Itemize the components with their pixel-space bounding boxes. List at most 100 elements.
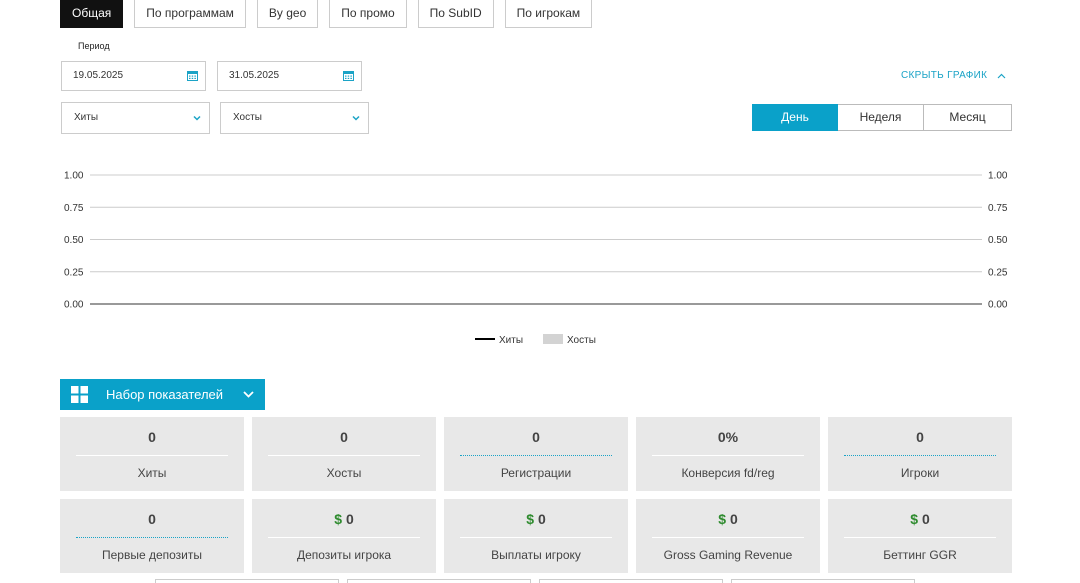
date-to-field[interactable]: 31.05.2025 — [217, 61, 362, 91]
chevron-up-icon — [997, 73, 1006, 78]
stat-card: 0% Конверсия fd/reg — [636, 417, 820, 491]
metrics-set-button[interactable]: Набор показателей — [60, 379, 265, 410]
stat-card-divider — [460, 537, 612, 538]
stat-card-label: Регистрации — [500, 466, 572, 480]
y-tick-label-left: 0.25 — [64, 267, 84, 278]
stat-card-partial — [731, 579, 915, 583]
chevron-down-icon — [352, 115, 360, 121]
grid-icon — [71, 386, 88, 403]
metric-select-2[interactable]: Хосты — [220, 102, 369, 134]
y-tick-label-right: 0.00 — [988, 300, 1008, 311]
date-from-field[interactable]: 19.05.2025 — [61, 61, 206, 91]
tab-by-promo[interactable]: По промо — [329, 0, 407, 28]
y-tick-label-right: 0.50 — [988, 235, 1008, 246]
stat-card: 0 Хосты — [252, 417, 436, 491]
stat-card: 0 Регистрации — [444, 417, 628, 491]
tab-by-subid[interactable]: По SubID — [417, 0, 494, 28]
granularity-month-button[interactable]: Месяц — [924, 104, 1012, 131]
y-tick-label-right: 0.75 — [988, 203, 1008, 214]
currency-symbol: $ — [718, 511, 727, 527]
metric-select-1[interactable]: Хиты — [61, 102, 210, 134]
stat-card-value: 0 — [828, 429, 1012, 445]
calendar-icon[interactable] — [343, 70, 354, 81]
stat-card-number: 0 — [148, 511, 156, 527]
stat-card-value: $ 0 — [444, 511, 628, 527]
stat-card-divider — [844, 455, 996, 456]
stat-card-divider — [76, 455, 228, 456]
stat-card-divider — [652, 537, 804, 538]
granularity-switch: День Неделя Месяц — [752, 104, 1012, 131]
date-to-value: 31.05.2025 — [229, 70, 280, 81]
stat-card-number: 0% — [717, 429, 739, 445]
stat-card-label: Хосты — [326, 466, 362, 480]
stat-card-divider — [268, 537, 420, 538]
currency-symbol: $ — [526, 511, 535, 527]
stat-card-label: Депозиты игрока — [296, 548, 392, 562]
report-tabs: Общая По программам By geo По промо По S… — [60, 0, 593, 28]
currency-symbol: $ — [334, 511, 343, 527]
chevron-down-icon — [243, 391, 254, 398]
stat-card-divider — [844, 537, 996, 538]
stat-card-divider — [652, 455, 804, 456]
stat-card-number: 0 — [340, 429, 348, 445]
stat-card: $ 0 Депозиты игрока — [252, 499, 436, 573]
granularity-day-button[interactable]: День — [752, 104, 838, 131]
tab-by-programs[interactable]: По программам — [134, 0, 246, 28]
stat-card-number: 0 — [729, 511, 738, 527]
y-tick-label-right: 1.00 — [988, 171, 1008, 182]
chevron-down-icon — [193, 115, 201, 121]
stat-card: 0 Первые депозиты — [60, 499, 244, 573]
stat-card-label: Конверсия fd/reg — [681, 466, 775, 480]
hide-chart-label: СКРЫТЬ ГРАФИК — [901, 70, 988, 81]
stat-card-partial — [155, 579, 339, 583]
metric-select-1-value: Хиты — [74, 112, 99, 123]
stat-card-divider — [76, 537, 228, 538]
stat-card-number: 0 — [148, 429, 156, 445]
stat-card: $ 0 Gross Gaming Revenue — [636, 499, 820, 573]
stat-card-divider — [460, 455, 612, 456]
y-tick-label-left: 0.50 — [64, 235, 84, 246]
metrics-set-label: Набор показателей — [106, 387, 224, 402]
y-tick-label-left: 1.00 — [64, 171, 84, 182]
stat-card-label: Первые депозиты — [101, 548, 203, 562]
period-label: Период — [78, 41, 110, 51]
tab-by-players[interactable]: По игрокам — [504, 0, 593, 28]
y-tick-label-left: 0.00 — [64, 300, 84, 311]
stat-card-partial — [347, 579, 531, 583]
stat-card-value: 0 — [60, 511, 244, 527]
legend-label: Хиты — [499, 335, 523, 346]
stat-card-number: 0 — [537, 511, 546, 527]
stat-card-label: Беттинг GGR — [883, 548, 957, 562]
stat-cards: 0 Хиты 0 Хосты 0 Регистрации 0% Конверсия fd/re… — [60, 417, 1012, 573]
stat-card-divider — [268, 455, 420, 456]
tab-by-geo[interactable]: By geo — [256, 0, 319, 28]
legend-label: Хосты — [567, 335, 596, 346]
stat-card-value: $ 0 — [828, 511, 1012, 527]
stat-card: $ 0 Беттинг GGR — [828, 499, 1012, 573]
granularity-week-button[interactable]: Неделя — [838, 104, 924, 131]
stats-chart: 1.00 1.00 0.75 0.75 0.50 0.50 0.25 0.25 0.00 0.00… — [64, 171, 1008, 347]
y-tick-label-left: 0.75 — [64, 203, 84, 214]
stat-card-number: 0 — [921, 511, 930, 527]
stat-card-label: Хиты — [137, 466, 167, 480]
legend-item[interactable]: Хиты — [475, 335, 523, 346]
hide-chart-link[interactable]: СКРЫТЬ ГРАФИК — [901, 70, 1006, 81]
stat-card-number: 0 — [532, 429, 540, 445]
stat-card-value: 0 — [444, 429, 628, 445]
stat-card-number: 0 — [916, 429, 924, 445]
stat-card: $ 0 Выплаты игроку — [444, 499, 628, 573]
stat-card-value: 0 — [60, 429, 244, 445]
date-from-value: 19.05.2025 — [73, 70, 124, 81]
calendar-icon[interactable] — [187, 70, 198, 81]
legend-item[interactable]: Хосты — [543, 334, 596, 346]
stat-card-label: Gross Gaming Revenue — [663, 548, 793, 562]
legend-swatch-area — [543, 334, 563, 344]
stat-card-value: $ 0 — [636, 511, 820, 527]
y-tick-label-right: 0.25 — [988, 267, 1008, 278]
stat-card-label: Игроки — [900, 466, 940, 480]
stat-cards-next-row — [155, 579, 915, 583]
stat-card-value: 0 — [252, 429, 436, 445]
stat-card-label: Выплаты игроку — [491, 548, 581, 562]
tab-general[interactable]: Общая — [60, 0, 124, 28]
stat-card-value: 0% — [636, 429, 820, 445]
